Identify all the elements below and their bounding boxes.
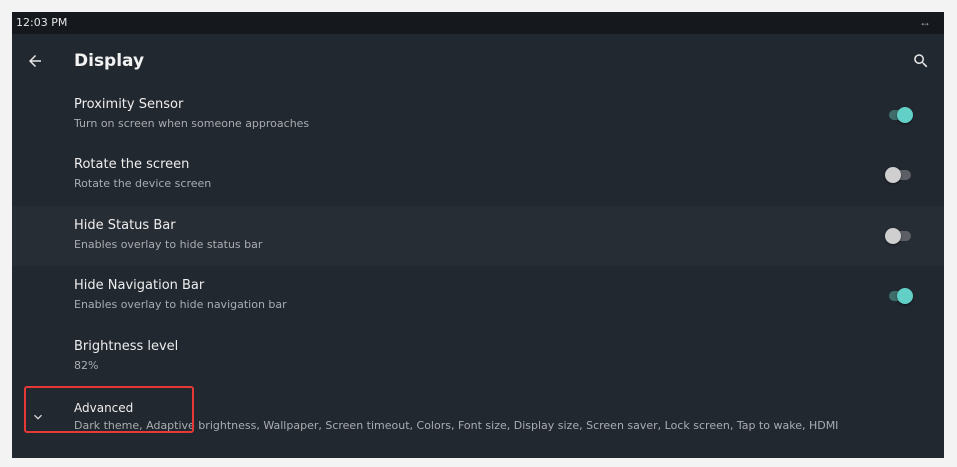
page-title: Display (74, 51, 145, 71)
setting-proximity-sensor[interactable]: Proximity Sensor Turn on screen when som… (12, 85, 944, 145)
setting-title: Brightness level (74, 339, 179, 354)
hide-navigation-bar-toggle[interactable] (887, 288, 913, 304)
setting-title: Proximity Sensor (74, 97, 184, 112)
toggle-thumb (885, 167, 901, 183)
hide-status-bar-toggle[interactable] (885, 228, 911, 244)
arrow-back-icon[interactable] (22, 48, 48, 74)
proximity-sensor-toggle[interactable] (887, 107, 913, 123)
toggle-thumb (897, 107, 913, 123)
chevron-down-icon (30, 409, 46, 425)
swap-arrows-icon: ↔ (919, 15, 931, 29)
setting-subtitle: Rotate the device screen (74, 177, 212, 190)
app-toolbar: Display (12, 34, 944, 90)
brightness-value: 82% (74, 359, 99, 372)
setting-brightness-level[interactable]: Brightness level 82% (12, 327, 944, 387)
setting-advanced[interactable]: Advanced Dark theme, Adaptive brightness… (12, 387, 944, 447)
search-icon[interactable] (908, 48, 934, 74)
setting-title: Hide Status Bar (74, 218, 176, 233)
setting-rotate-screen[interactable]: Rotate the screen Rotate the device scre… (12, 145, 944, 205)
setting-title: Rotate the screen (74, 157, 190, 172)
display-settings-screen: 12:03 PM ↔ Display Proximity Sensor Turn… (12, 12, 944, 458)
setting-title: Advanced (74, 401, 134, 415)
status-bar: 12:03 PM ↔ (12, 12, 944, 34)
setting-hide-navigation-bar[interactable]: Hide Navigation Bar Enables overlay to h… (12, 266, 944, 326)
setting-subtitle: Turn on screen when someone approaches (74, 117, 310, 130)
setting-hide-status-bar[interactable]: Hide Status Bar Enables overlay to hide … (12, 206, 944, 266)
rotate-screen-toggle[interactable] (885, 167, 911, 183)
toggle-thumb (885, 228, 901, 244)
toggle-thumb (897, 288, 913, 304)
setting-subtitle: Dark theme, Adaptive brightness, Wallpap… (74, 419, 839, 432)
setting-title: Hide Navigation Bar (74, 278, 205, 293)
setting-subtitle: Enables overlay to hide navigation bar (74, 298, 287, 311)
setting-subtitle: Enables overlay to hide status bar (74, 238, 263, 251)
status-time: 12:03 PM (16, 16, 68, 29)
